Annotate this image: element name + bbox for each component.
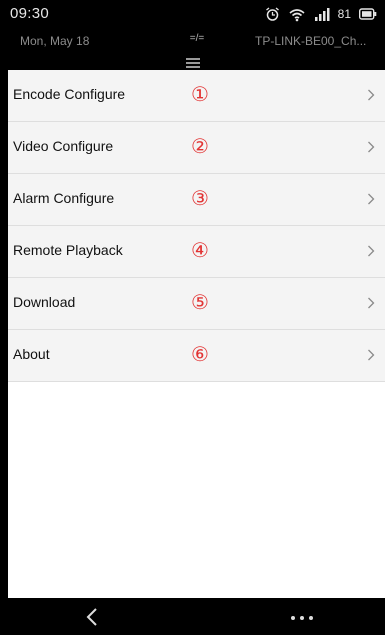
- menu-item-number: ④: [191, 238, 209, 262]
- menu-item-label: Download: [13, 294, 76, 310]
- notification-wifi-name: TP-LINK-BE00_Ch...: [255, 34, 367, 48]
- battery-level: 81: [337, 7, 351, 21]
- status-icons: 81: [265, 4, 377, 24]
- notification-toggle[interactable]: =/=: [185, 33, 209, 44]
- menu-item-number: ①: [191, 82, 209, 106]
- menu-handle-icon[interactable]: [186, 58, 200, 70]
- empty-area: [8, 382, 385, 604]
- menu-item-label: About: [13, 346, 50, 362]
- alarm-icon: [265, 6, 279, 21]
- phone-screen: 09:30 81 Mon, May 18 =/= TP-LINK-BE00_Ch…: [0, 0, 385, 635]
- settings-menu: Encode Configure ① Video Configure ② Ala…: [8, 70, 385, 604]
- menu-item-download[interactable]: Download ⑤: [8, 278, 385, 330]
- menu-item-number: ⑥: [191, 342, 209, 366]
- menu-item-label: Video Configure: [13, 138, 114, 154]
- chevron-right-icon: [368, 245, 375, 257]
- battery-icon: [359, 8, 377, 20]
- menu-item-number: ②: [191, 134, 209, 158]
- menu-item-number: ③: [191, 186, 209, 210]
- notification-date: Mon, May 18: [20, 34, 90, 48]
- menu-item-video-configure[interactable]: Video Configure ②: [8, 122, 385, 174]
- chevron-right-icon: [368, 349, 375, 361]
- signal-icon: [314, 8, 330, 21]
- more-icon[interactable]: [290, 615, 314, 621]
- menu-item-number: ⑤: [191, 290, 209, 314]
- chevron-right-icon: [368, 89, 375, 101]
- back-icon[interactable]: [84, 607, 100, 627]
- status-bar: 09:30 81: [0, 0, 385, 28]
- chevron-right-icon: [368, 297, 375, 309]
- menu-item-label: Alarm Configure: [13, 190, 115, 206]
- bottom-navigation-bar: [0, 598, 385, 635]
- chevron-right-icon: [368, 193, 375, 205]
- menu-item-label: Encode Configure: [13, 86, 126, 102]
- chevron-right-icon: [368, 141, 375, 153]
- menu-item-alarm-configure[interactable]: Alarm Configure ③: [8, 174, 385, 226]
- menu-item-label: Remote Playback: [13, 242, 123, 258]
- menu-item-remote-playback[interactable]: Remote Playback ④: [8, 226, 385, 278]
- wifi-icon: [289, 8, 305, 21]
- menu-item-about[interactable]: About ⑥: [8, 330, 385, 382]
- status-time: 09:30: [10, 5, 50, 22]
- menu-item-encode-configure[interactable]: Encode Configure ①: [8, 70, 385, 122]
